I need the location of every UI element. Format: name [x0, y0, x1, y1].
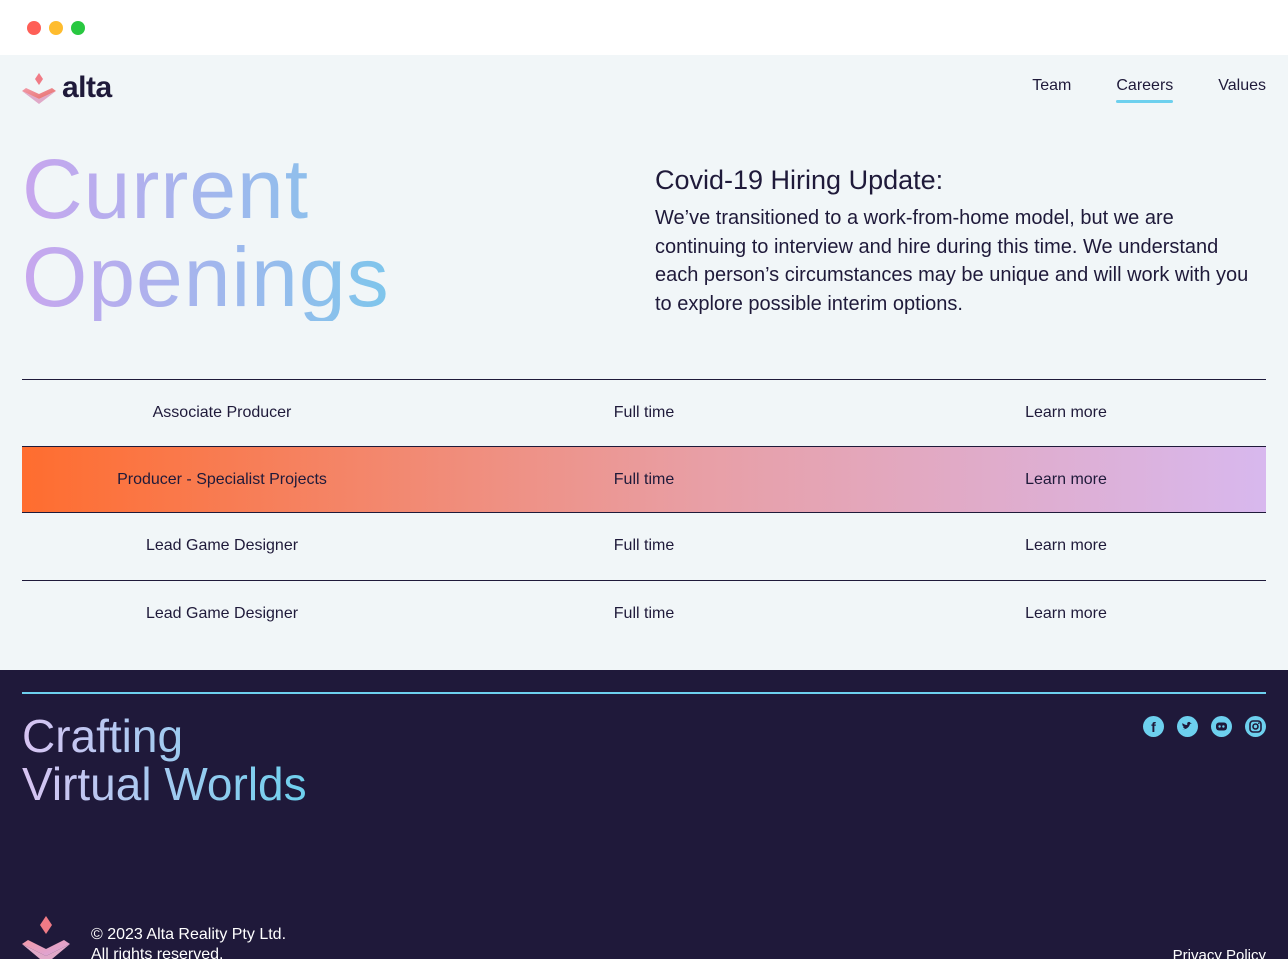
footer-tagline: Crafting Virtual Worlds: [22, 712, 307, 808]
alta-logo-icon: [22, 73, 56, 104]
covid-heading: Covid-19 Hiring Update:: [655, 165, 944, 195]
site-footer: Crafting Virtual Worlds f © 2023 Alta Re…: [0, 670, 1288, 959]
maximize-window-button[interactable]: [71, 21, 85, 35]
table-row[interactable]: Lead Game Designer Full time Learn more: [22, 580, 1266, 647]
svg-text:f: f: [1151, 719, 1156, 735]
copyright: © 2023 Alta Reality Pty Ltd. All rights …: [91, 925, 286, 959]
twitter-icon[interactable]: [1177, 716, 1198, 737]
learn-more-link[interactable]: Learn more: [866, 581, 1266, 647]
job-title: Associate Producer: [152, 404, 292, 421]
table-row[interactable]: Associate Producer Full time Learn more: [22, 379, 1266, 446]
footer-logo-icon: [22, 916, 70, 959]
copyright-line1: © 2023 Alta Reality Pty Ltd.: [91, 926, 287, 943]
table-row[interactable]: Lead Game Designer Full time Learn more: [22, 513, 1266, 580]
careers-page: alta Team Careers Values Current Opening…: [0, 55, 1288, 959]
alta-logo[interactable]: alta: [22, 71, 142, 107]
close-window-button[interactable]: [27, 21, 41, 35]
covid-update: Covid-19 Hiring Update: We’ve transition…: [655, 165, 1267, 318]
brand-name: alta: [62, 71, 112, 104]
discord-icon[interactable]: [1211, 716, 1232, 737]
job-type: Full time: [613, 471, 675, 488]
job-title: Lead Game Designer: [145, 605, 299, 622]
job-type: Full time: [613, 404, 675, 421]
table-row-hovered[interactable]: Producer - Specialist Projects Full time…: [22, 446, 1266, 513]
page-title: Current Openings: [22, 145, 390, 321]
footer-tagline-line1: Crafting: [22, 710, 184, 762]
openings-table: Associate Producer Full time Learn more …: [22, 379, 1266, 647]
facebook-icon[interactable]: f: [1143, 716, 1164, 737]
footer-tagline-line2: Virtual Worlds: [22, 758, 307, 810]
browser-chrome: [0, 0, 1288, 55]
copyright-line2: All rights reserved.: [91, 946, 224, 959]
learn-more-link[interactable]: Learn more: [866, 447, 1266, 513]
learn-more-link[interactable]: Learn more: [866, 513, 1266, 579]
nav-team[interactable]: Team: [1032, 77, 1071, 101]
nav-values[interactable]: Values: [1218, 77, 1266, 101]
privacy-policy-link[interactable]: Privacy Policy: [1173, 947, 1266, 959]
job-type: Full time: [613, 537, 675, 554]
learn-more-link[interactable]: Learn more: [866, 380, 1266, 446]
job-title: Producer - Specialist Projects: [117, 471, 327, 488]
page-title-line2: Openings: [22, 230, 390, 324]
minimize-window-button[interactable]: [49, 21, 63, 35]
job-title: Lead Game Designer: [145, 537, 299, 554]
footer-divider: [22, 692, 1266, 694]
covid-body: We’ve transitioned to a work-from-home m…: [655, 207, 1249, 315]
job-type: Full time: [613, 605, 675, 622]
nav-careers[interactable]: Careers: [1116, 77, 1173, 103]
social-links: f: [1143, 716, 1266, 737]
main-nav: Team Careers Values: [1032, 77, 1266, 103]
instagram-icon[interactable]: [1245, 716, 1266, 737]
page-title-line1: Current: [22, 142, 310, 236]
site-header: alta Team Careers Values: [22, 71, 1266, 111]
